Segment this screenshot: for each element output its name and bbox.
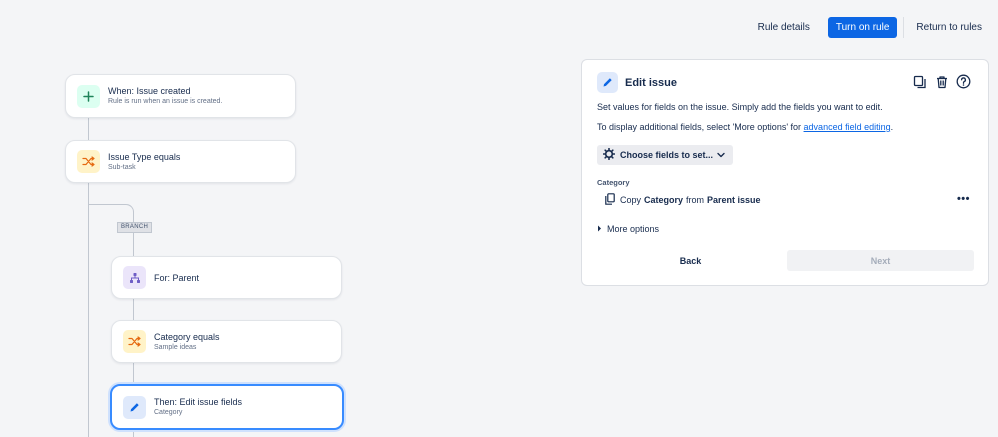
copy-from: from <box>686 195 705 205</box>
condition1-subtitle: Sub-task <box>108 163 136 171</box>
additional-suffix: . <box>890 122 894 132</box>
panel-description: Set values for fields on the issue. Simp… <box>597 102 883 112</box>
next-button[interactable]: Next <box>787 250 974 271</box>
action-node-edit-issue[interactable]: Then: Edit issue fields Category <box>110 384 344 430</box>
chevron-right-icon <box>597 225 602 234</box>
edit-issue-panel: Edit issue Set values for fields on the … <box>581 59 989 286</box>
trigger-subtitle: Rule is run when an issue is created. <box>108 98 223 105</box>
condition2-subtitle: Sample ideas <box>154 343 197 351</box>
action-title: Then: Edit issue fields <box>154 397 243 407</box>
choose-fields-label: Choose fields to set... <box>620 150 714 160</box>
help-icon[interactable] <box>955 73 972 90</box>
connector-line <box>88 118 89 140</box>
advanced-field-editing-link[interactable]: advanced field editing <box>804 122 891 132</box>
duplicate-icon[interactable] <box>911 73 928 90</box>
copy-icon <box>605 193 615 207</box>
chevron-down-icon <box>717 150 725 160</box>
more-options-toggle[interactable]: More options <box>597 224 659 234</box>
branch-connector-curve <box>88 204 134 216</box>
gear-icon <box>602 147 616 162</box>
branch-label: BRANCH <box>117 222 153 233</box>
copy-prefix: Copy <box>620 195 642 205</box>
back-button[interactable]: Back <box>597 250 784 271</box>
branch-for-node[interactable]: For: Parent <box>111 256 342 299</box>
copy-field-name: Category <box>644 195 684 205</box>
action-subtitle: Category <box>154 409 183 416</box>
panel-title: Edit issue <box>625 76 677 89</box>
trigger-title: When: Issue created <box>108 86 191 96</box>
return-to-rules-button[interactable]: Return to rules <box>910 17 988 38</box>
hierarchy-icon <box>123 266 146 289</box>
field-label-category: Category <box>597 178 630 187</box>
copy-field-row: Copy Category from Parent issue <box>605 193 761 207</box>
turn-on-rule-button[interactable]: Turn on rule <box>827 17 898 38</box>
condition2-title: Category equals <box>154 331 220 342</box>
shuffle-icon <box>77 150 100 173</box>
branch-for-title: For: Parent <box>154 272 200 283</box>
condition-node-category[interactable]: Category equals Sample ideas <box>111 320 342 363</box>
more-actions-icon[interactable]: ••• <box>957 193 970 205</box>
trigger-node[interactable]: When: Issue created Rule is run when an … <box>65 74 296 118</box>
additional-prefix: To display additional fields, select 'Mo… <box>597 122 804 132</box>
trash-icon[interactable] <box>933 73 950 90</box>
top-bar: Rule details Turn on rule Return to rule… <box>752 17 998 38</box>
plus-icon <box>77 84 100 108</box>
condition-node-issue-type[interactable]: Issue Type equals Sub-task <box>65 140 296 183</box>
connector-line <box>88 183 89 437</box>
pencil-icon <box>123 395 146 419</box>
shuffle-icon <box>123 330 146 353</box>
pencil-icon <box>597 72 618 93</box>
choose-fields-button[interactable]: Choose fields to set... <box>597 145 734 165</box>
toolbar-divider <box>903 17 905 38</box>
more-options-label: More options <box>607 224 660 234</box>
rule-details-button[interactable]: Rule details <box>752 17 816 38</box>
condition1-title: Issue Type equals <box>108 151 181 162</box>
panel-additional-fields-text: To display additional fields, select 'Mo… <box>597 122 893 132</box>
copy-source: Parent issue <box>707 195 761 205</box>
